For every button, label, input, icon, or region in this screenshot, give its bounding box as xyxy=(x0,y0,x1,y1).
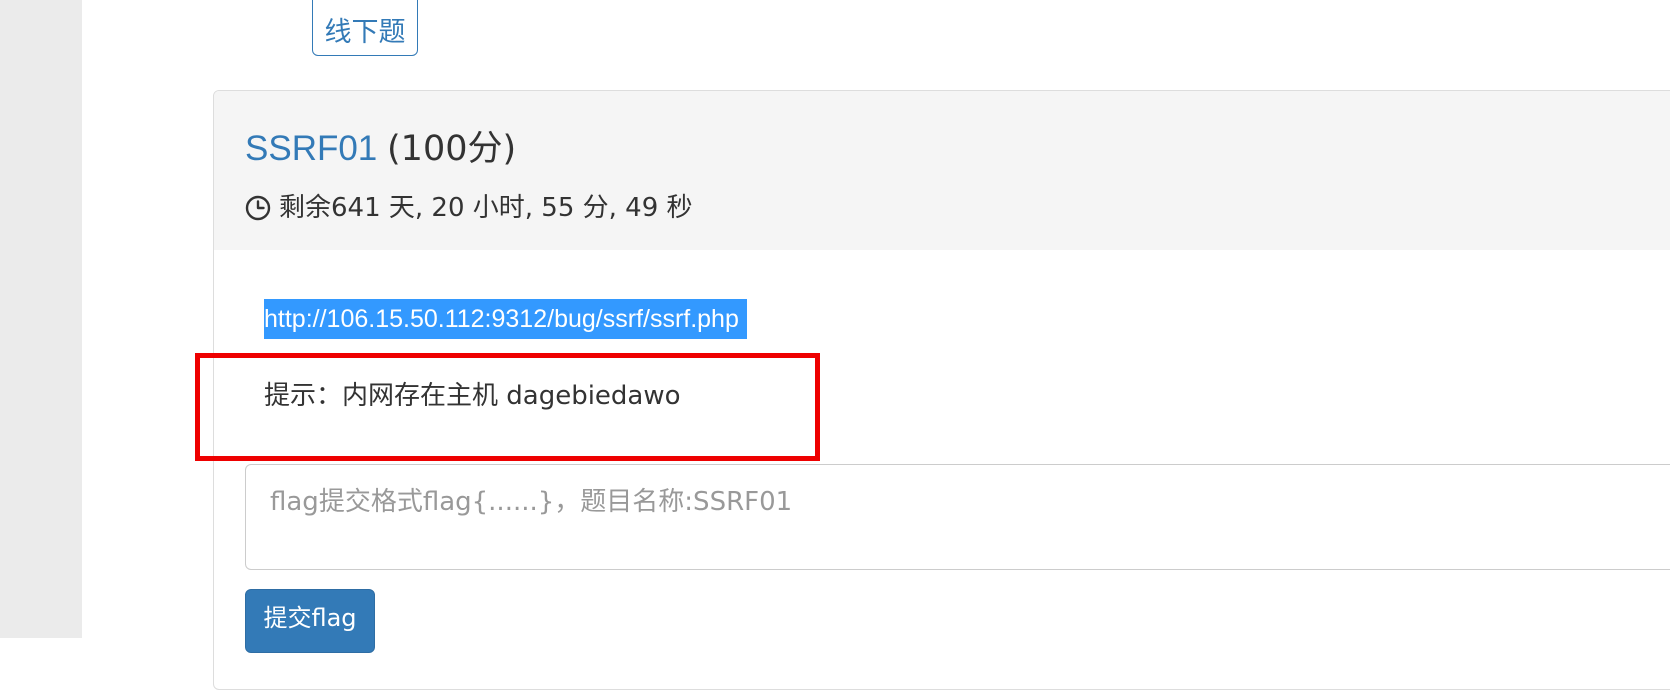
submit-flag-button[interactable]: 提交flag xyxy=(245,589,375,653)
challenge-score: (100分) xyxy=(387,129,517,169)
left-gutter xyxy=(0,0,82,638)
challenge-panel-heading: SSRF01 (100分) 剩余641 天, 20 小时, 55 分, 49 秒 xyxy=(214,91,1670,250)
flag-input[interactable] xyxy=(245,464,1670,570)
category-tag-button[interactable]: 线下题 xyxy=(312,0,418,56)
challenge-title: SSRF01 (100分) xyxy=(245,129,516,169)
challenge-url-link[interactable]: http://106.15.50.112:9312/bug/ssrf/ssrf.… xyxy=(264,299,747,339)
countdown: 剩余641 天, 20 小时, 55 分, 49 秒 xyxy=(245,191,693,225)
countdown-text: 剩余641 天, 20 小时, 55 分, 49 秒 xyxy=(279,193,693,223)
hint-annotation-box xyxy=(195,353,820,461)
challenge-name-link[interactable]: SSRF01 xyxy=(245,129,377,168)
clock-icon xyxy=(245,195,271,221)
